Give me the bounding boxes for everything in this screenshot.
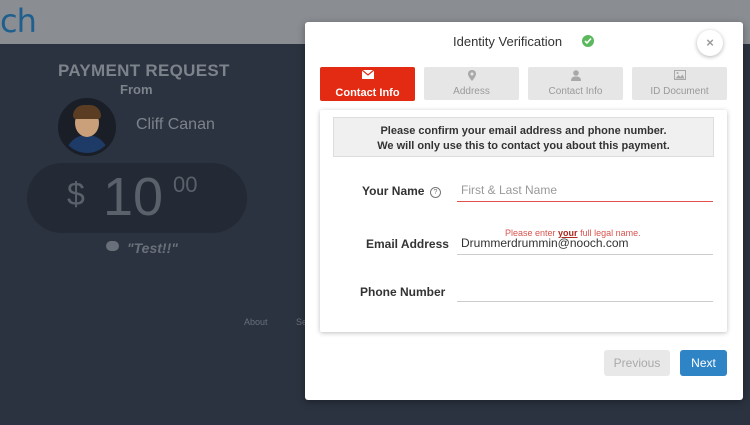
step-label: Contact Info — [548, 86, 603, 97]
full-name-input[interactable] — [457, 178, 713, 202]
close-button[interactable]: × — [697, 30, 723, 56]
memo-text: "Test!!" — [127, 240, 178, 256]
phone-label: Phone Number — [360, 285, 446, 299]
next-button[interactable]: Next — [680, 350, 727, 376]
sender-name: Cliff Canan — [136, 116, 215, 133]
image-icon — [632, 70, 727, 83]
from-label: From — [120, 82, 153, 97]
previous-button[interactable]: Previous — [604, 350, 670, 376]
contact-info-panel: Please confirm your email address and ph… — [320, 110, 727, 332]
step-contact-info-2[interactable]: Contact Info — [528, 67, 623, 100]
email-label: Email Address — [366, 237, 449, 251]
map-marker-icon — [424, 70, 519, 84]
nooch-logo[interactable]: ch — [0, 2, 37, 40]
avatar — [58, 98, 116, 156]
help-icon[interactable]: ? — [430, 187, 441, 198]
step-address[interactable]: Address — [424, 67, 519, 100]
envelope-icon — [320, 69, 415, 82]
amount-whole: 10 — [103, 167, 164, 227]
notice-box: Please confirm your email address and ph… — [333, 117, 714, 157]
step-label: Contact Info — [335, 87, 400, 99]
phone-field[interactable] — [457, 278, 713, 302]
identity-verification-modal: Identity Verification × Contact Info Add… — [305, 22, 743, 400]
step-id-document[interactable]: ID Document — [632, 67, 727, 100]
step-contact-info[interactable]: Contact Info — [320, 67, 415, 101]
name-label: Your Name — [362, 184, 425, 198]
currency-symbol: $ — [67, 176, 85, 212]
user-icon — [528, 70, 623, 84]
email-field[interactable] — [457, 231, 713, 255]
notice-line-1: Please confirm your email address and ph… — [380, 125, 667, 137]
payment-request-title: PAYMENT REQUEST — [58, 61, 230, 80]
notice-line-2: We will only use this to contact you abo… — [377, 140, 670, 152]
amount-cents: 00 — [173, 172, 198, 197]
comment-icon — [106, 241, 119, 251]
footer-link-about[interactable]: About — [244, 317, 268, 327]
step-label: ID Document — [650, 86, 709, 97]
step-label: Address — [453, 86, 490, 97]
modal-title: Identity Verification — [453, 34, 563, 49]
check-circle-icon — [582, 35, 594, 47]
